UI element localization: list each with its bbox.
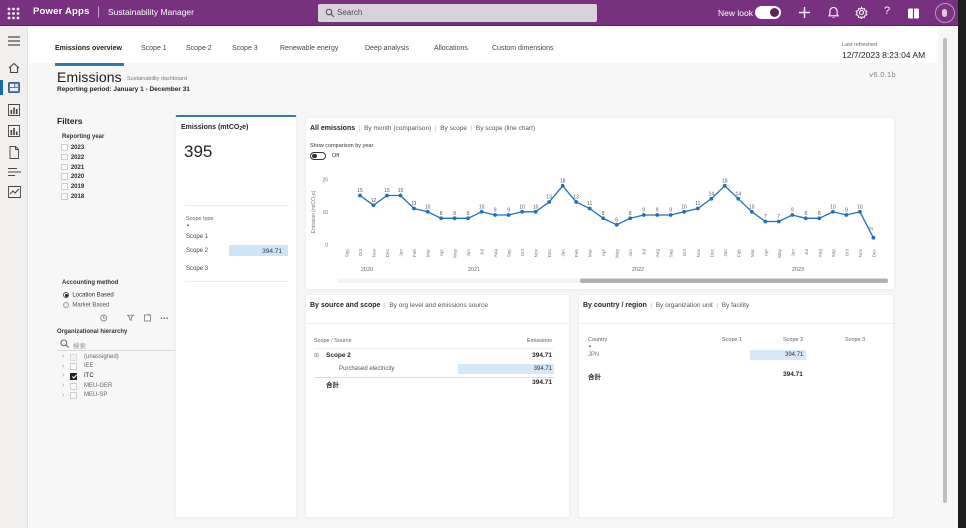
svg-text:18: 18 (560, 178, 566, 184)
svg-text:Nov: Nov (858, 248, 863, 257)
svg-text:13: 13 (546, 195, 552, 201)
svg-text:Sep: Sep (507, 249, 512, 258)
svg-text:8: 8 (629, 211, 632, 217)
svg-text:10: 10 (857, 204, 863, 210)
svg-text:2: 2 (869, 227, 875, 230)
svg-text:Jun: Jun (466, 249, 471, 257)
svg-text:10: 10 (425, 204, 431, 210)
svg-text:Oct: Oct (358, 248, 363, 256)
svg-text:Nov: Nov (696, 248, 701, 257)
svg-text:9: 9 (669, 208, 672, 214)
svg-text:Emission (mtCO₂e): Emission (mtCO₂e) (311, 190, 317, 233)
svg-text:10: 10 (479, 204, 485, 210)
svg-text:10: 10 (519, 204, 525, 210)
svg-text:Jan: Jan (399, 249, 404, 257)
svg-text:Apr: Apr (763, 249, 768, 257)
svg-text:Jun: Jun (790, 249, 795, 257)
svg-text:Sep: Sep (831, 249, 836, 258)
svg-text:0: 0 (325, 243, 328, 249)
svg-text:14: 14 (736, 191, 742, 197)
svg-text:Jun: Jun (628, 249, 633, 257)
svg-text:Jul: Jul (480, 249, 485, 255)
svg-text:9: 9 (656, 208, 659, 214)
svg-text:Oct: Oct (520, 248, 525, 256)
svg-text:Sep: Sep (345, 249, 350, 258)
svg-text:Feb: Feb (574, 249, 579, 257)
svg-text:Feb: Feb (736, 249, 741, 257)
svg-text:Dec: Dec (871, 248, 876, 257)
svg-text:14: 14 (709, 191, 715, 197)
svg-text:Dec: Dec (385, 248, 390, 257)
svg-text:Dec: Dec (547, 248, 552, 257)
svg-text:8: 8 (453, 211, 456, 217)
svg-text:2021: 2021 (468, 267, 480, 273)
svg-text:Apr: Apr (601, 249, 606, 257)
svg-text:7: 7 (764, 214, 767, 220)
svg-text:6: 6 (615, 217, 618, 223)
svg-text:10: 10 (681, 204, 687, 210)
svg-text:15: 15 (384, 188, 390, 194)
svg-text:12: 12 (371, 198, 377, 204)
svg-text:9: 9 (791, 208, 794, 214)
svg-text:Nov: Nov (372, 248, 377, 257)
svg-text:8: 8 (818, 211, 821, 217)
svg-text:Aug: Aug (655, 249, 660, 258)
svg-text:11: 11 (587, 201, 592, 207)
svg-text:May: May (453, 248, 458, 258)
svg-text:8: 8 (467, 211, 470, 217)
svg-text:Mar: Mar (588, 249, 593, 258)
svg-text:Jan: Jan (561, 249, 566, 257)
svg-text:Dec: Dec (709, 248, 714, 257)
svg-text:9: 9 (494, 208, 497, 214)
svg-text:8: 8 (440, 211, 443, 217)
svg-text:15: 15 (398, 188, 404, 194)
svg-text:2022: 2022 (632, 267, 644, 273)
svg-text:11: 11 (695, 201, 700, 207)
svg-text:Sep: Sep (669, 249, 674, 258)
svg-text:10: 10 (533, 204, 539, 210)
svg-text:Feb: Feb (412, 249, 417, 257)
svg-text:9: 9 (507, 208, 510, 214)
svg-text:20: 20 (322, 178, 328, 184)
svg-text:18: 18 (722, 178, 728, 184)
svg-text:May: May (777, 248, 782, 258)
svg-text:9: 9 (642, 208, 645, 214)
svg-text:10: 10 (322, 210, 328, 216)
svg-text:Aug: Aug (493, 249, 498, 258)
svg-text:Nov: Nov (534, 248, 539, 257)
svg-text:10: 10 (749, 204, 755, 210)
svg-text:Jan: Jan (723, 249, 728, 257)
svg-text:13: 13 (573, 195, 579, 201)
svg-text:15: 15 (357, 188, 363, 194)
svg-text:10: 10 (830, 204, 836, 210)
svg-text:11: 11 (411, 201, 416, 207)
svg-text:Jul: Jul (804, 249, 809, 255)
svg-text:9: 9 (845, 208, 848, 214)
svg-text:8: 8 (602, 211, 605, 217)
svg-text:Oct: Oct (844, 248, 849, 256)
svg-text:2023: 2023 (792, 267, 804, 273)
svg-text:May: May (615, 248, 620, 258)
svg-text:Mar: Mar (750, 249, 755, 258)
svg-text:Aug: Aug (817, 249, 822, 258)
svg-text:2020: 2020 (361, 267, 373, 273)
svg-text:Apr: Apr (439, 249, 444, 257)
svg-text:8: 8 (804, 211, 807, 217)
svg-text:Oct: Oct (682, 248, 687, 256)
svg-text:Jul: Jul (642, 249, 647, 255)
svg-text:7: 7 (777, 214, 780, 220)
svg-text:Mar: Mar (426, 249, 431, 258)
